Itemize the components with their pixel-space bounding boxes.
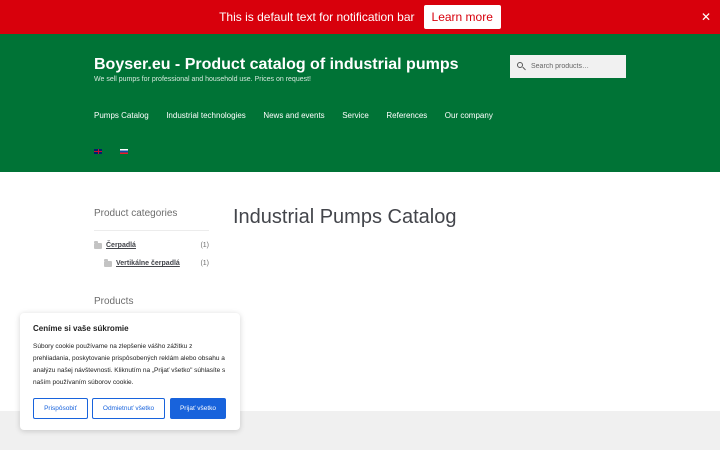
flag-sk-icon[interactable] [120, 149, 128, 154]
nav-service[interactable]: Service [342, 111, 369, 120]
category-link[interactable]: Čerpadlá [106, 242, 136, 249]
nav-references[interactable]: References [386, 111, 427, 120]
nav-our-company[interactable]: Our company [445, 111, 493, 120]
nav-industrial-technologies[interactable]: Industrial technologies [166, 111, 246, 120]
language-switcher [94, 149, 146, 154]
cookie-consent-banner: Ceníme si vaše súkromie Súbory cookie po… [20, 313, 240, 430]
reject-all-button[interactable]: Odmietnuť všetko [92, 398, 165, 419]
accept-all-button[interactable]: Prijať všetko [170, 398, 226, 419]
products-heading: Products [94, 296, 134, 307]
search-input[interactable] [531, 63, 621, 70]
close-icon[interactable]: ✕ [698, 9, 714, 25]
flag-gb-icon[interactable] [94, 149, 102, 154]
site-header: Boyser.eu - Product catalog of industria… [0, 34, 720, 172]
notification-bar: This is default text for notification ba… [0, 0, 720, 34]
folder-icon [104, 259, 112, 267]
nav-news-events[interactable]: News and events [263, 111, 324, 120]
divider [94, 230, 209, 231]
category-count: (1) [200, 260, 209, 267]
category-item: Čerpadlá (1) [94, 241, 209, 249]
folder-icon [94, 241, 102, 249]
primary-nav: Pumps Catalog Industrial technologies Ne… [94, 111, 510, 120]
search-box[interactable] [510, 55, 626, 78]
cookie-title: Ceníme si vaše súkromie [33, 324, 129, 333]
search-icon [517, 61, 527, 72]
product-categories-heading: Product categories [94, 208, 178, 219]
site-title[interactable]: Boyser.eu - Product catalog of industria… [94, 56, 459, 74]
category-count: (1) [200, 242, 209, 249]
category-item: Vertikálne čerpadlá (1) [104, 259, 209, 267]
page-title: Industrial Pumps Catalog [233, 206, 457, 228]
customize-button[interactable]: Prispôsobiť [33, 398, 88, 419]
nav-pumps-catalog[interactable]: Pumps Catalog [94, 111, 149, 120]
notification-text: This is default text for notification ba… [219, 10, 415, 24]
site-tagline: We sell pumps for professional and house… [94, 76, 311, 83]
category-link[interactable]: Vertikálne čerpadlá [116, 260, 180, 267]
learn-more-button[interactable]: Learn more [423, 5, 501, 29]
cookie-description: Súbory cookie používame na zlepšenie váš… [33, 343, 226, 386]
